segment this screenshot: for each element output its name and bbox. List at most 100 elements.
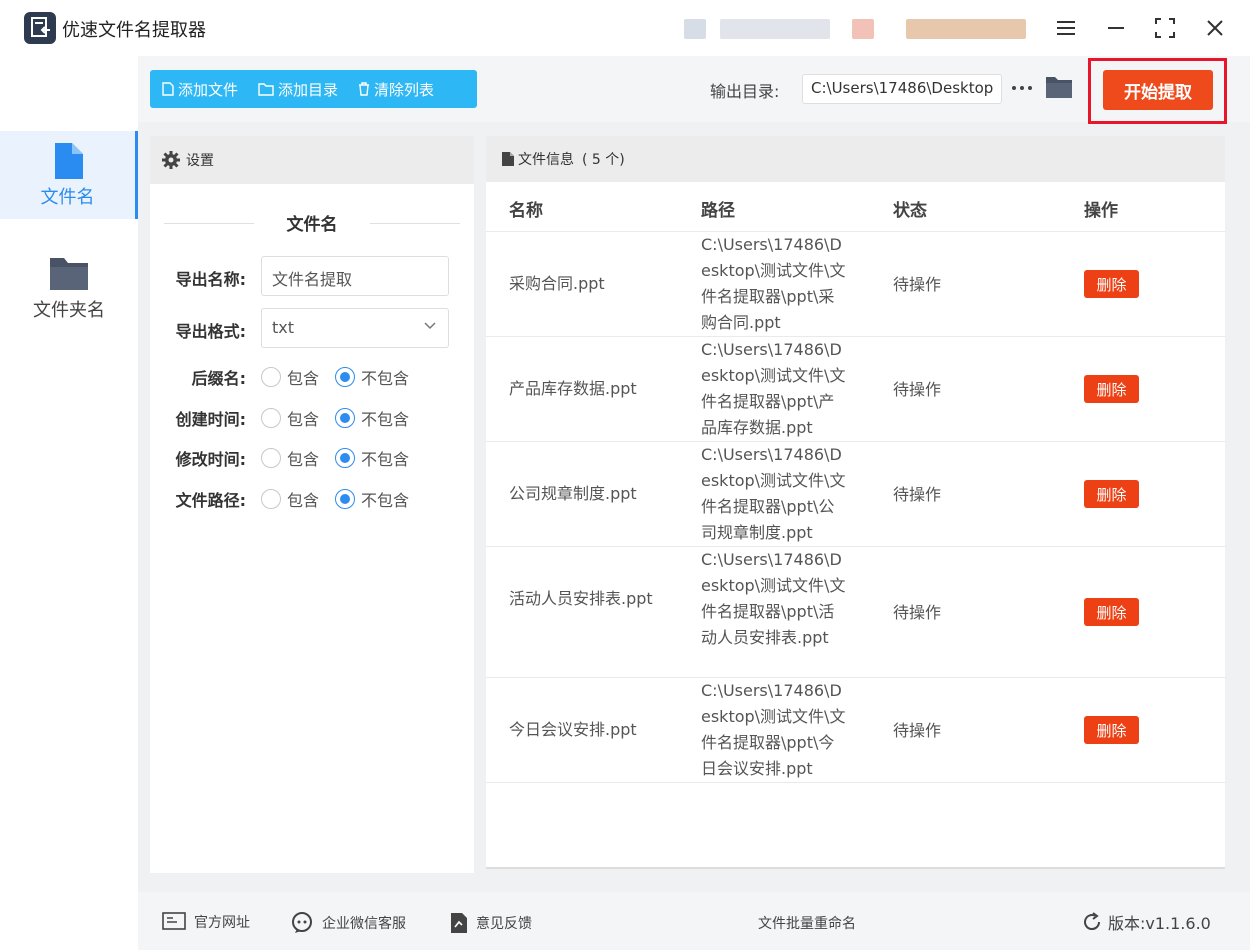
sidebar-item-filename[interactable]: 文件名 xyxy=(0,131,138,219)
export-name-input[interactable]: 文件名提取 xyxy=(261,256,449,296)
include-label: 包含 xyxy=(287,491,320,510)
option-label: 创建时间: xyxy=(175,410,246,429)
toolbar: 添加文件 添加目录 清除列表 输出目录: C:\Users\17486\Desk… xyxy=(138,56,1250,124)
exclude-radio[interactable] xyxy=(335,448,356,468)
menu-icon[interactable] xyxy=(1052,14,1080,42)
file-icon xyxy=(55,143,83,179)
close-icon[interactable] xyxy=(1201,14,1229,42)
table-row: 公司规章制度.ppt C:\Users\17486\Desktop\测试文件\文… xyxy=(486,442,1225,547)
delete-button[interactable]: 删除 xyxy=(1084,716,1139,744)
export-format-value: txt xyxy=(272,318,295,337)
app-logo-icon xyxy=(24,12,56,44)
feedback-link[interactable]: 意见反馈 xyxy=(450,912,532,934)
modified-time-radio-group: 包含 不包含 xyxy=(261,446,425,470)
export-format-label: 导出格式: xyxy=(175,322,246,341)
blurred-user-info xyxy=(680,12,1032,46)
add-file-button[interactable]: 添加文件 xyxy=(162,79,238,100)
sidebar-item-label: 文件夹名 xyxy=(33,300,105,321)
export-format-select[interactable]: txt xyxy=(261,308,449,348)
delete-button[interactable]: 删除 xyxy=(1084,375,1139,403)
delete-button[interactable]: 删除 xyxy=(1084,480,1139,508)
file-outline-icon xyxy=(162,82,174,96)
official-website-link[interactable]: 官方网址 xyxy=(162,912,250,932)
chat-icon xyxy=(292,912,312,933)
feedback-icon xyxy=(451,913,467,933)
wechat-support-link[interactable]: 企业微信客服 xyxy=(290,912,406,934)
file-button-group: 添加文件 添加目录 清除列表 xyxy=(150,70,477,108)
output-directory-input[interactable]: C:\Users\17486\Desktop xyxy=(802,74,1002,104)
file-info-panel: 文件信息 ( 5 个) 名称 路径 状态 操作 采购合同.ppt C:\User… xyxy=(486,136,1225,869)
include-radio[interactable] xyxy=(261,448,281,468)
file-status: 待操作 xyxy=(893,721,942,740)
open-folder-icon[interactable] xyxy=(1046,76,1072,102)
file-info-header: 文件信息 ( 5 个) xyxy=(486,136,1225,182)
created-time-radio-group: 包含 不包含 xyxy=(261,406,425,430)
exclude-label: 不包含 xyxy=(361,369,410,388)
delete-button[interactable]: 删除 xyxy=(1084,598,1139,626)
settings-panel: 设置 文件名 导出名称: 文件名提取 导出格式: txt 后缀名: 包含 不包含… xyxy=(150,136,474,873)
start-extract-button[interactable]: 开始提取 xyxy=(1103,70,1213,110)
official-website-label: 官方网址 xyxy=(194,915,250,931)
column-header-status: 状态 xyxy=(893,201,927,221)
folder-outline-icon xyxy=(258,82,274,96)
include-radio[interactable] xyxy=(261,489,281,509)
settings-title: 设置 xyxy=(186,153,214,169)
exclude-label: 不包含 xyxy=(361,450,410,469)
gear-icon xyxy=(162,151,180,169)
more-options-icon[interactable] xyxy=(1010,76,1034,100)
clear-list-button[interactable]: 清除列表 xyxy=(358,79,434,100)
divider xyxy=(370,223,460,224)
batch-rename-link[interactable]: 文件批量重命名 xyxy=(758,913,856,933)
file-icon xyxy=(502,152,514,166)
add-directory-button[interactable]: 添加目录 xyxy=(258,79,338,100)
file-count: ( 5 个) xyxy=(582,152,625,168)
minimize-icon[interactable] xyxy=(1102,14,1130,42)
file-name: 公司规章制度.ppt xyxy=(509,484,637,503)
table-row: 产品库存数据.ppt C:\Users\17486\Desktop\测试文件\文… xyxy=(486,337,1225,442)
exclude-radio[interactable] xyxy=(335,367,356,387)
add-file-label: 添加文件 xyxy=(178,80,239,99)
file-path: C:\Users\17486\Desktop\测试文件\文件名提取器\ppt\采… xyxy=(701,235,846,332)
file-path: C:\Users\17486\Desktop\测试文件\文件名提取器\ppt\公… xyxy=(701,445,846,542)
version-label: 版本:v1.1.6.0 xyxy=(1108,914,1211,933)
table-row: 活动人员安排表.ppt C:\Users\17486\Desktop\测试文件\… xyxy=(486,547,1225,678)
file-name: 活动人员安排表.ppt xyxy=(509,589,653,608)
include-radio[interactable] xyxy=(261,367,281,387)
sidebar: 文件名 文件夹名 xyxy=(0,56,138,950)
title-bar: 优速文件名提取器 xyxy=(0,0,1250,56)
refresh-icon[interactable] xyxy=(1082,912,1102,932)
wechat-support-label: 企业微信客服 xyxy=(322,916,406,932)
clear-list-label: 清除列表 xyxy=(374,80,435,99)
output-directory-label: 输出目录: xyxy=(710,82,780,101)
file-name: 今日会议安排.ppt xyxy=(509,720,637,739)
sidebar-item-foldername[interactable]: 文件夹名 xyxy=(0,244,138,332)
file-info-title: 文件信息 xyxy=(518,152,574,168)
option-label: 后缀名: xyxy=(191,369,246,388)
folder-icon xyxy=(50,258,88,290)
delete-button[interactable]: 删除 xyxy=(1084,270,1139,298)
file-status: 待操作 xyxy=(893,603,942,622)
monitor-icon xyxy=(162,912,186,930)
app-title: 优速文件名提取器 xyxy=(62,20,206,41)
file-status: 待操作 xyxy=(893,275,942,294)
section-title: 文件名 xyxy=(286,215,338,235)
option-label: 修改时间: xyxy=(175,450,246,469)
exclude-label: 不包含 xyxy=(361,491,410,510)
column-header-name: 名称 xyxy=(509,201,543,221)
exclude-label: 不包含 xyxy=(361,410,410,429)
maximize-icon[interactable] xyxy=(1151,14,1179,42)
table-header: 名称 路径 状态 操作 xyxy=(486,182,1225,232)
exclude-radio[interactable] xyxy=(335,489,356,509)
file-name: 产品库存数据.ppt xyxy=(509,379,637,398)
column-header-action: 操作 xyxy=(1084,201,1118,221)
include-label: 包含 xyxy=(287,410,320,429)
add-directory-label: 添加目录 xyxy=(278,80,339,99)
file-path: C:\Users\17486\Desktop\测试文件\文件名提取器\ppt\活… xyxy=(701,550,846,647)
chevron-down-icon xyxy=(424,322,436,330)
sidebar-item-label: 文件名 xyxy=(40,187,95,208)
exclude-radio[interactable] xyxy=(335,408,356,428)
include-radio[interactable] xyxy=(261,408,281,428)
file-name: 采购合同.ppt xyxy=(509,274,605,293)
suffix-radio-group: 包含 不包含 xyxy=(261,365,425,389)
file-path: C:\Users\17486\Desktop\测试文件\文件名提取器\ppt\产… xyxy=(701,340,846,437)
